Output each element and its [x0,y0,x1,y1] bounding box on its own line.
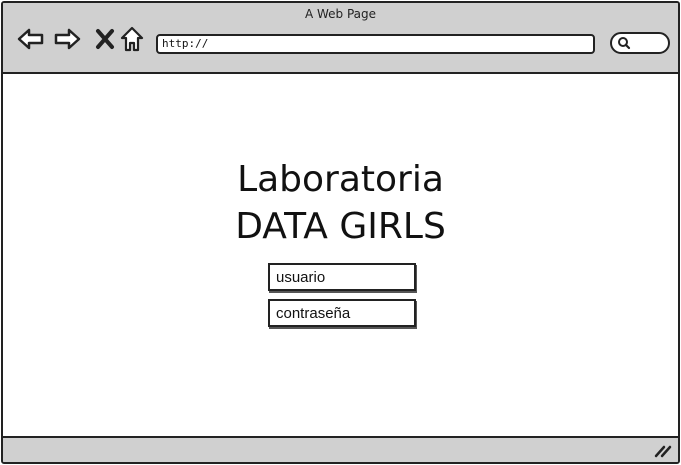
close-x-icon [96,29,114,49]
search-icon [618,37,631,50]
home-icon [120,26,144,52]
back-arrow-icon [17,28,44,50]
forward-arrow-icon [54,28,81,50]
resize-grip-icon[interactable] [654,444,672,458]
browser-toolbar: A Web Page http:// [3,3,678,74]
back-button[interactable] [17,25,45,53]
home-button[interactable] [118,25,146,53]
status-bar [3,436,678,462]
browser-window: A Web Page http:// Laboratoria DATA GIRL… [1,1,680,464]
address-bar[interactable]: http:// [156,34,595,54]
username-input[interactable] [268,263,416,291]
page-content: Laboratoria DATA GIRLS [3,76,678,438]
window-title: A Web Page [304,7,377,21]
stop-button[interactable] [91,25,119,53]
search-box[interactable] [610,32,670,54]
password-input[interactable] [268,299,416,327]
page-subtitle: DATA GIRLS [235,206,446,247]
page-title: Laboratoria [237,159,444,200]
forward-button[interactable] [53,25,81,53]
